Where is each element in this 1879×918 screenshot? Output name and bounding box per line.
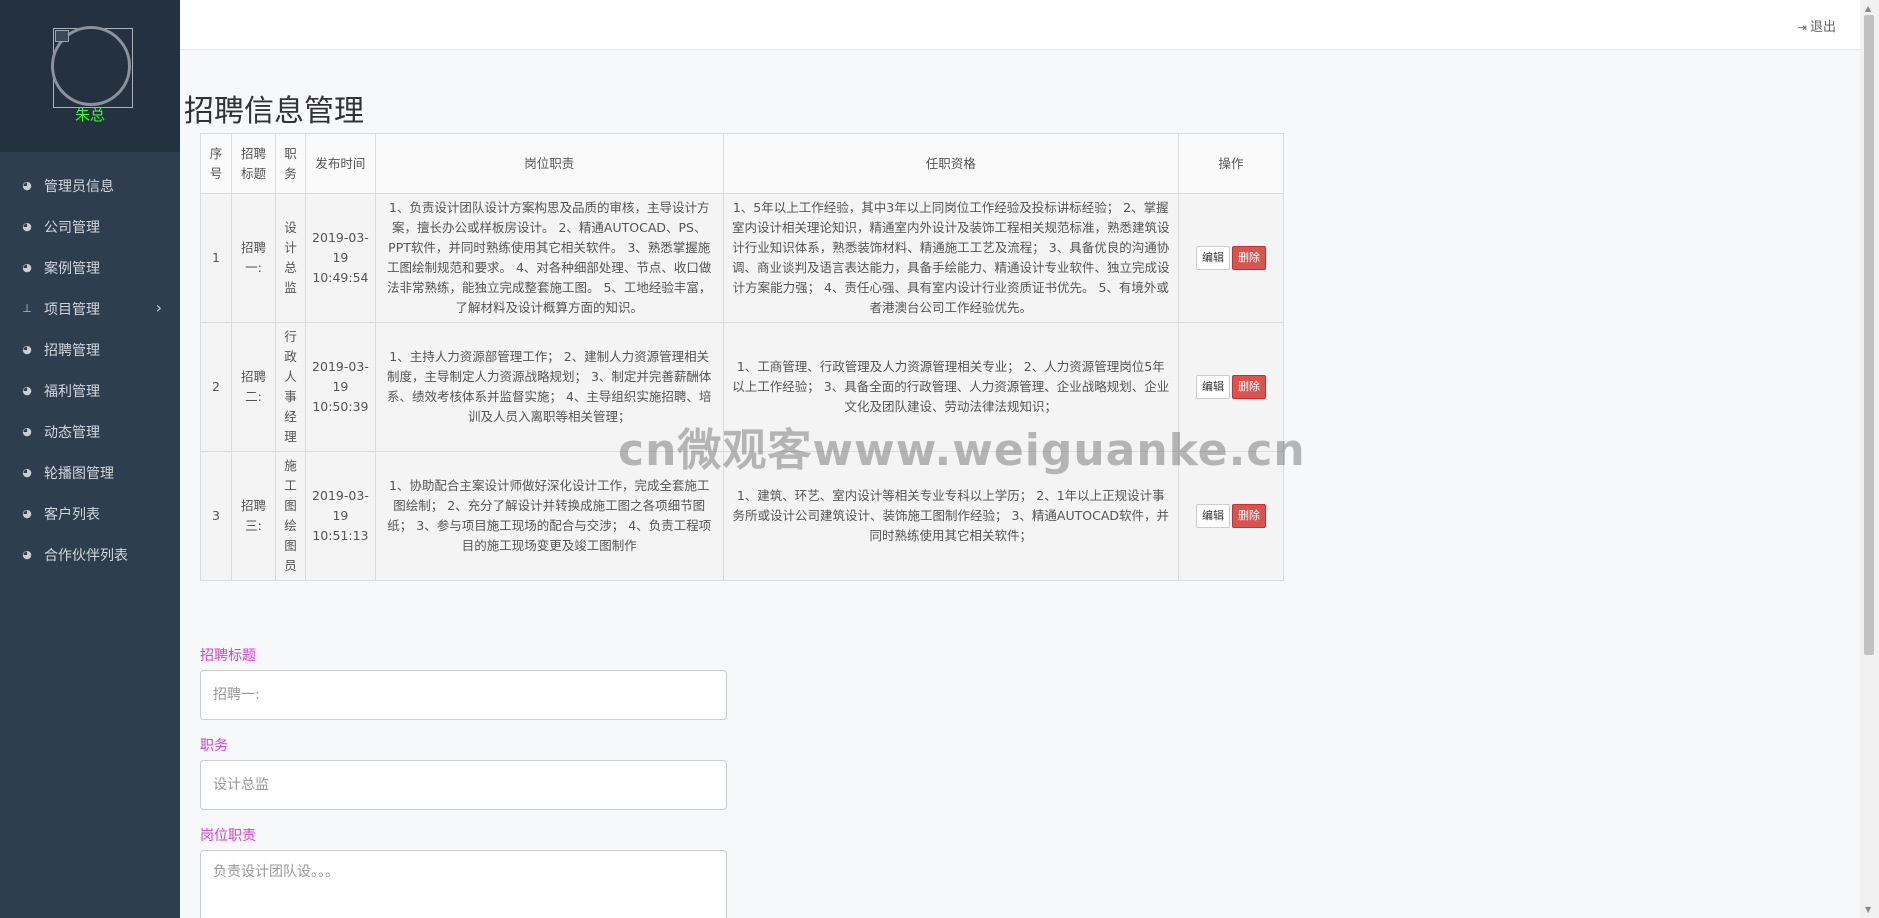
top-bar: ⇥ 退出 xyxy=(180,0,1860,50)
cell-position: 行政人事经理 xyxy=(274,322,306,452)
cell-title: 招聘一: xyxy=(230,193,276,323)
column-header-actions: 操作 xyxy=(1177,133,1285,194)
sidebar-item-label: 案例管理 xyxy=(44,260,100,277)
dashboard-icon: ◕ xyxy=(22,384,32,397)
sidebar-nav: ◕ 管理员信息 ◕ 公司管理 ◕ 案例管理 ⊥ 项目管理 › ◕ 招聘管理 ◕ 福利管理 ◕ 动… xyxy=(0,152,180,575)
broken-image-icon xyxy=(55,30,69,42)
sidebar-item-label: 轮播图管理 xyxy=(44,465,114,482)
sidebar-item-recruitment[interactable]: ◕ 招聘管理 xyxy=(0,329,180,370)
page-scrollbar[interactable]: ▲ ▼ xyxy=(1860,0,1879,918)
sidebar-item-cases[interactable]: ◕ 案例管理 xyxy=(0,247,180,288)
sidebar-item-welfare[interactable]: ◕ 福利管理 xyxy=(0,370,180,411)
chevron-right-icon: › xyxy=(155,298,162,317)
table-row: 3 招聘三: 施工图绘图员 2019-03-19 10:51:13 1、协助配合… xyxy=(200,451,1285,581)
cell-duties: 1、主持人力资源部管理工作； 2、建制人力资源管理相关制度，主导制定人力资源战略… xyxy=(374,322,724,452)
delete-button[interactable]: 删除 xyxy=(1231,504,1266,528)
cell-actions: 编辑 删除 xyxy=(1177,193,1285,323)
scroll-down-icon[interactable]: ▼ xyxy=(1865,905,1871,914)
cell-position: 设计总监 xyxy=(274,193,306,323)
edit-button[interactable]: 编辑 xyxy=(1195,246,1230,270)
delete-button[interactable]: 删除 xyxy=(1231,246,1266,270)
cell-duties: 1、协助配合主案设计师做好深化设计工作，完成全套施工图绘制； 2、充分了解设计并… xyxy=(374,451,724,581)
sidebar-item-admin-info[interactable]: ◕ 管理员信息 xyxy=(0,165,180,206)
cell-duties: 1、负责设计团队设计方案构思及品质的审核，主导设计方案，擅长办公或样板房设计。 … xyxy=(374,193,724,323)
cell-actions: 编辑 删除 xyxy=(1177,322,1285,452)
cell-index: 2 xyxy=(200,322,232,452)
sidebar-item-projects[interactable]: ⊥ 项目管理 › xyxy=(0,288,180,329)
position-label: 职务 xyxy=(200,738,228,754)
edit-button[interactable]: 编辑 xyxy=(1195,504,1230,528)
cell-position: 施工图绘图员 xyxy=(274,451,306,581)
table-header-row: 序号 招聘标题 职务 发布时间 岗位职责 任职资格 操作 xyxy=(200,133,1285,194)
sidebar-item-customers[interactable]: ◕ 客户列表 xyxy=(0,493,180,534)
logout-button[interactable]: ⇥ 退出 xyxy=(1798,16,1836,35)
column-header-title: 招聘标题 xyxy=(230,133,276,194)
recruitment-table: 序号 招聘标题 职务 发布时间 岗位职责 任职资格 操作 1 招聘一: 设计总监… xyxy=(200,133,1285,581)
cell-title: 招聘二: xyxy=(230,322,276,452)
title-input[interactable] xyxy=(200,670,727,720)
scrollbar-thumb[interactable] xyxy=(1864,15,1874,655)
edit-button[interactable]: 编辑 xyxy=(1195,375,1230,399)
sidebar: 朱总 ◕ 管理员信息 ◕ 公司管理 ◕ 案例管理 ⊥ 项目管理 › ◕ 招聘管理 ◕ 福利管理… xyxy=(0,0,180,918)
duties-textarea[interactable] xyxy=(200,850,727,918)
column-header-qualifications: 任职资格 xyxy=(722,133,1179,194)
dashboard-icon: ◕ xyxy=(22,548,32,561)
title-label: 招聘标题 xyxy=(200,648,256,664)
sidebar-item-label: 客户列表 xyxy=(44,506,100,523)
cell-qualifications: 1、建筑、环艺、室内设计等相关专业专科以上学历； 2、1年以上正规设计事务所或设… xyxy=(722,451,1179,581)
column-header-time: 发布时间 xyxy=(304,133,376,194)
sidebar-item-partners[interactable]: ◕ 合作伙伴列表 xyxy=(0,534,180,575)
cell-actions: 编辑 删除 xyxy=(1177,451,1285,581)
sidebar-item-label: 管理员信息 xyxy=(44,178,114,195)
sidebar-item-label: 项目管理 xyxy=(44,301,100,318)
cell-time: 2019-03-19 10:50:39 xyxy=(304,322,376,452)
cell-time: 2019-03-19 10:51:13 xyxy=(304,451,376,581)
sidebar-item-label: 公司管理 xyxy=(44,219,100,236)
cell-title: 招聘三: xyxy=(230,451,276,581)
dashboard-icon: ◕ xyxy=(22,466,32,479)
table-row: 2 招聘二: 行政人事经理 2019-03-19 10:50:39 1、主持人力… xyxy=(200,322,1285,452)
sidebar-item-label: 福利管理 xyxy=(44,383,100,400)
delete-button[interactable]: 删除 xyxy=(1231,375,1266,399)
column-header-position: 职务 xyxy=(274,133,306,194)
cell-index: 3 xyxy=(200,451,232,581)
table-row: 1 招聘一: 设计总监 2019-03-19 10:49:54 1、负责设计团队… xyxy=(200,193,1285,323)
cell-qualifications: 1、工商管理、行政管理及人力资源管理相关专业； 2、人力资源管理岗位5年以上工作… xyxy=(722,322,1179,452)
column-header-duties: 岗位职责 xyxy=(374,133,724,194)
dashboard-icon: ◕ xyxy=(22,507,32,520)
dashboard-icon: ◕ xyxy=(22,220,32,233)
sidebar-item-label: 动态管理 xyxy=(44,424,100,441)
dashboard-icon: ◕ xyxy=(22,261,32,274)
sidebar-item-news[interactable]: ◕ 动态管理 xyxy=(0,411,180,452)
sidebar-item-company[interactable]: ◕ 公司管理 xyxy=(0,206,180,247)
sidebar-item-label: 招聘管理 xyxy=(44,342,100,359)
profile-panel: 朱总 xyxy=(0,0,180,152)
sign-out-icon: ⇥ xyxy=(1797,21,1807,34)
pin-icon: ⊥ xyxy=(22,302,32,315)
position-input[interactable] xyxy=(200,760,727,810)
duties-label: 岗位职责 xyxy=(200,828,256,844)
dashboard-icon: ◕ xyxy=(22,425,32,438)
cell-qualifications: 1、5年以上工作经验，其中3年以上同岗位工作经验及投标讲标经验； 2、掌握室内设… xyxy=(722,193,1179,323)
column-header-index: 序号 xyxy=(200,133,232,194)
profile-name: 朱总 xyxy=(74,106,105,124)
sidebar-item-label: 合作伙伴列表 xyxy=(44,547,128,564)
scroll-up-icon[interactable]: ▲ xyxy=(1865,4,1871,13)
cell-time: 2019-03-19 10:49:54 xyxy=(304,193,376,323)
dashboard-icon: ◕ xyxy=(22,179,32,192)
logout-label: 退出 xyxy=(1809,20,1836,35)
sidebar-item-carousel[interactable]: ◕ 轮播图管理 xyxy=(0,452,180,493)
dashboard-icon: ◕ xyxy=(22,343,32,356)
cell-index: 1 xyxy=(200,193,232,323)
page-title: 招聘信息管理 xyxy=(184,94,364,129)
